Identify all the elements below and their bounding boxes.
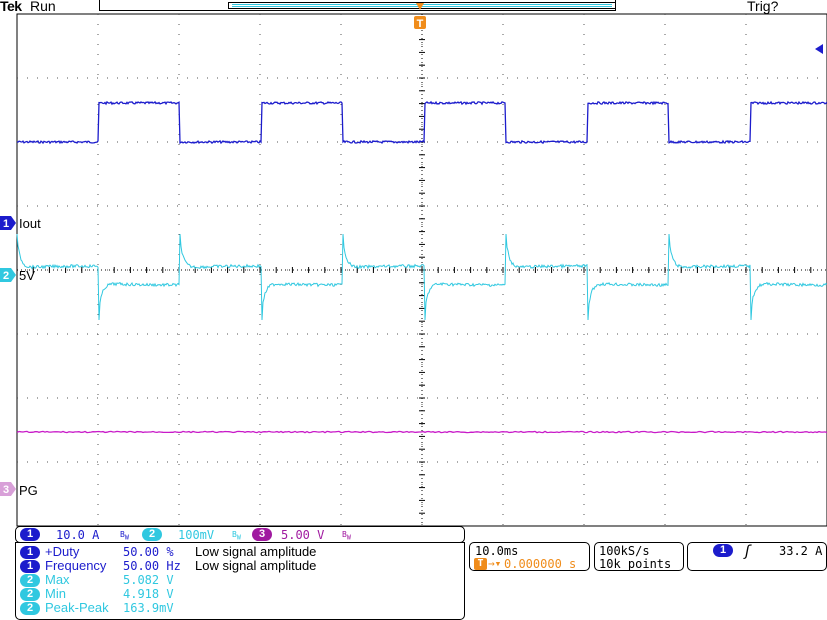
trigger-panel[interactable]: 1 ʃ 33.2 A — [687, 542, 827, 571]
trigger-source-badge[interactable]: 1 — [713, 544, 733, 557]
trigger-arrow-icon: →▾ — [488, 557, 502, 570]
channel-3-ground-marker: 3 — [0, 482, 16, 496]
channel-markers[interactable]: 1 2 3 — [0, 216, 16, 496]
measurement-channel-badge: 2 — [20, 588, 40, 601]
measurement-name: Frequency — [45, 558, 107, 573]
ch2-scale[interactable]: 100mV — [178, 528, 214, 542]
ch1-bandwidth-limit-icon: BW — [120, 530, 129, 542]
measurement-name: Max — [45, 572, 70, 587]
timebase-scale[interactable]: 10.0ms — [475, 544, 518, 558]
channel-1-label: Iout — [19, 216, 41, 231]
trigger-level[interactable]: 33.2 A — [779, 544, 822, 558]
measurement-row[interactable]: 1 +Duty 50.00 % Low signal amplitude — [20, 545, 316, 559]
ch3-badge[interactable]: 3 — [252, 528, 272, 541]
channel-1-ground-marker: 1 — [0, 216, 16, 230]
measurement-value: 4.918 V — [123, 587, 174, 601]
measurement-note: Low signal amplitude — [195, 558, 317, 573]
ch2-badge[interactable]: 2 — [142, 528, 162, 541]
measurement-name: Peak-Peak — [45, 600, 109, 615]
channel-3-label: PG — [19, 483, 38, 498]
measurement-row[interactable]: 2 Max 5.082 V — [20, 573, 195, 587]
measurement-channel-badge: 1 — [20, 546, 40, 559]
vertical-settings-panel[interactable]: 1 10.0 A BW 2 100mV BW 3 5.00 V BW — [15, 526, 465, 543]
ch3-scale[interactable]: 5.00 V — [281, 528, 324, 542]
measurement-row[interactable]: 2 Peak-Peak 163.9mV — [20, 601, 195, 615]
measurement-channel-badge: 1 — [20, 560, 40, 573]
acquisition-panel[interactable]: 100kS/s 10k points — [594, 542, 684, 571]
rising-edge-icon: ʃ — [743, 542, 753, 560]
measurement-value: 163.9mV — [123, 601, 174, 615]
horizontal-position[interactable]: 0.000000 s — [504, 557, 576, 571]
channel-2-ground-marker: 2 — [0, 268, 16, 282]
ch3-bandwidth-limit-icon: BW — [342, 530, 351, 542]
measurements-panel[interactable]: 1 +Duty 50.00 % Low signal amplitude 1 Freque… — [15, 542, 465, 620]
ch1-badge[interactable]: 1 — [20, 528, 40, 541]
measurement-name: +Duty — [45, 544, 80, 559]
timebase-panel[interactable]: 10.0ms T →▾ 0.000000 s — [469, 542, 590, 571]
channel-2-label: 5V — [19, 268, 35, 283]
measurement-note: Low signal amplitude — [195, 544, 317, 559]
trigger-level-arrow-icon — [815, 44, 823, 54]
graticule — [16, 13, 827, 527]
measurement-value: 5.082 V — [123, 573, 174, 587]
trigger-position-marker[interactable]: T — [414, 3, 823, 54]
channel-3-trace — [16, 430, 827, 434]
measurement-row[interactable]: 2 Min 4.918 V — [20, 587, 195, 601]
measurement-value: 50.00 Hz — [123, 559, 181, 573]
trigger-marker-label: T — [417, 18, 424, 30]
measurement-row[interactable]: 1 Frequency 50.00 Hz Low signal amplitude — [20, 559, 316, 573]
sample-rate: 100kS/s — [599, 544, 650, 558]
svg-text:3: 3 — [3, 484, 9, 496]
svg-text:1: 1 — [3, 218, 9, 230]
trigger-position-arrow-icon — [416, 3, 424, 10]
measurement-value: 50.00 % — [123, 545, 174, 559]
record-length: 10k points — [599, 557, 672, 571]
ch1-scale[interactable]: 10.0 A — [56, 528, 99, 542]
measurement-channel-badge: 2 — [20, 574, 40, 587]
ch2-bandwidth-limit-icon: BW — [232, 530, 241, 542]
measurement-name: Min — [45, 586, 66, 601]
trigger-position-icon: T — [474, 558, 487, 570]
svg-text:2: 2 — [3, 270, 9, 282]
measurement-channel-badge: 2 — [20, 602, 40, 615]
